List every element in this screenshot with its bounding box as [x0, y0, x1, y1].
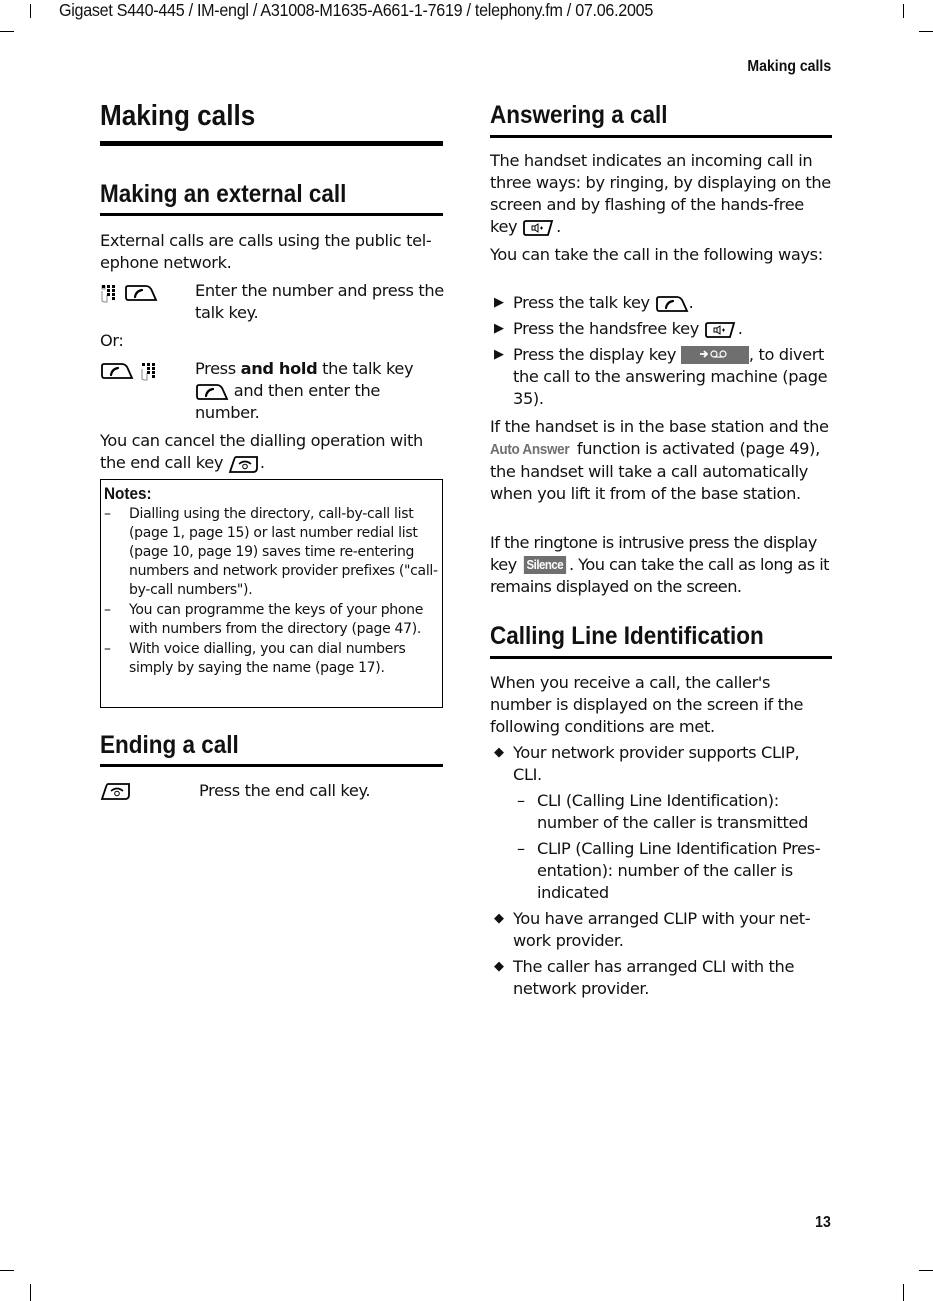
- end-call-key-icon: [100, 781, 132, 801]
- clip-intro: When you receive a call, the caller's nu…: [490, 673, 804, 736]
- diamond-bullet-icon: ◆: [494, 911, 504, 926]
- step1-icons: [100, 283, 158, 303]
- step2-icons: [100, 361, 158, 381]
- auto-answer-text: If the handset is in the base station an…: [490, 417, 829, 503]
- triangle-bullet-icon: ▶: [494, 295, 504, 310]
- talk-key-icon: [655, 294, 689, 314]
- diamond-bullet-icon: ◆: [494, 959, 504, 974]
- crop-mark: [30, 1284, 31, 1301]
- handsfree-key-icon: [522, 218, 556, 238]
- section-heading-clip: Calling Line Identification: [490, 622, 764, 650]
- triangle-bullet-icon: ▶: [494, 347, 504, 362]
- answer-option: ▶ Press the talk key .: [494, 293, 694, 314]
- crop-mark: [30, 4, 31, 18]
- crop-mark: [919, 1270, 933, 1271]
- silence-key[interactable]: Silence: [524, 556, 567, 574]
- silence-text: If the ringtone is intrusive press the d…: [490, 533, 830, 596]
- clip-sub-item: – CLI (Calling Line Identification): numb…: [517, 791, 808, 832]
- clip-condition: ◆ The caller has arranged CLI with the ne…: [494, 957, 795, 998]
- step1-text: Enter the number and press the talk key.: [195, 281, 444, 322]
- step2-text: Press and hold the talk key and then ent…: [195, 359, 414, 422]
- clip-condition: ◆ Your network provider supports CLIP, CL…: [494, 743, 800, 784]
- keypad-icon: [100, 283, 118, 303]
- running-head: Making calls: [747, 58, 831, 75]
- ending-step-text: Press the end call key.: [199, 781, 371, 800]
- triangle-bullet-icon: ▶: [494, 321, 504, 336]
- chapter-rule: [100, 141, 443, 146]
- answer-option: ▶ Press the display key , to divert the c…: [494, 345, 828, 408]
- cancel-dialling-text: You can cancel the dialling operation wi…: [100, 431, 423, 474]
- document-meta: Gigaset S440-445 / IM-engl / A31008-M163…: [59, 0, 654, 20]
- section-heading-external-call: Making an external call: [100, 180, 347, 208]
- clip-sub-item: – CLIP (Calling Line Identification Pres-…: [517, 839, 821, 902]
- crop-mark: [0, 31, 14, 32]
- handsfree-key-icon: [704, 320, 738, 340]
- section-rule: [100, 764, 443, 767]
- section-rule: [490, 135, 832, 138]
- end-call-key-icon: [228, 454, 260, 474]
- ways-intro: You can take the call in the following w…: [490, 245, 823, 264]
- external-call-intro: External calls are calls using the publi…: [100, 231, 432, 272]
- keypad-icon: [140, 361, 158, 381]
- or-label: Or:: [100, 331, 124, 350]
- page-number: 13: [815, 1214, 831, 1231]
- diamond-bullet-icon: ◆: [494, 745, 504, 760]
- ending-step-icons: [100, 781, 132, 801]
- section-rule: [490, 656, 832, 659]
- answer-option: ▶ Press the handsfree key .: [494, 319, 743, 340]
- notes-title: Notes:: [104, 484, 152, 503]
- section-rule: [100, 213, 443, 216]
- divert-to-answering-machine-key[interactable]: [680, 346, 749, 364]
- note-item: – You can programme the keys of your phon…: [104, 602, 424, 637]
- auto-answer-term: Auto Answer: [490, 441, 570, 458]
- crop-mark: [0, 1270, 14, 1271]
- clip-condition: ◆ You have arranged CLIP with your net-wo…: [494, 909, 811, 950]
- note-item: – With voice dialling, you can dial numbe…: [104, 641, 406, 676]
- talk-key-icon: [100, 361, 134, 381]
- crop-mark: [919, 31, 933, 32]
- chapter-title: Making calls: [100, 100, 256, 132]
- answering-intro: The handset indicates an incoming call i…: [490, 151, 831, 238]
- crop-mark: [903, 4, 904, 18]
- talk-key-icon: [195, 382, 229, 402]
- note-item: – Dialling using the directory, call-by-c…: [104, 506, 438, 598]
- section-heading-ending-call: Ending a call: [100, 731, 239, 759]
- crop-mark: [903, 1284, 904, 1301]
- notes-box: Notes: – Dialling using the directory, ca…: [100, 479, 443, 708]
- talk-key-icon: [124, 283, 158, 303]
- section-heading-answering: Answering a call: [490, 101, 668, 129]
